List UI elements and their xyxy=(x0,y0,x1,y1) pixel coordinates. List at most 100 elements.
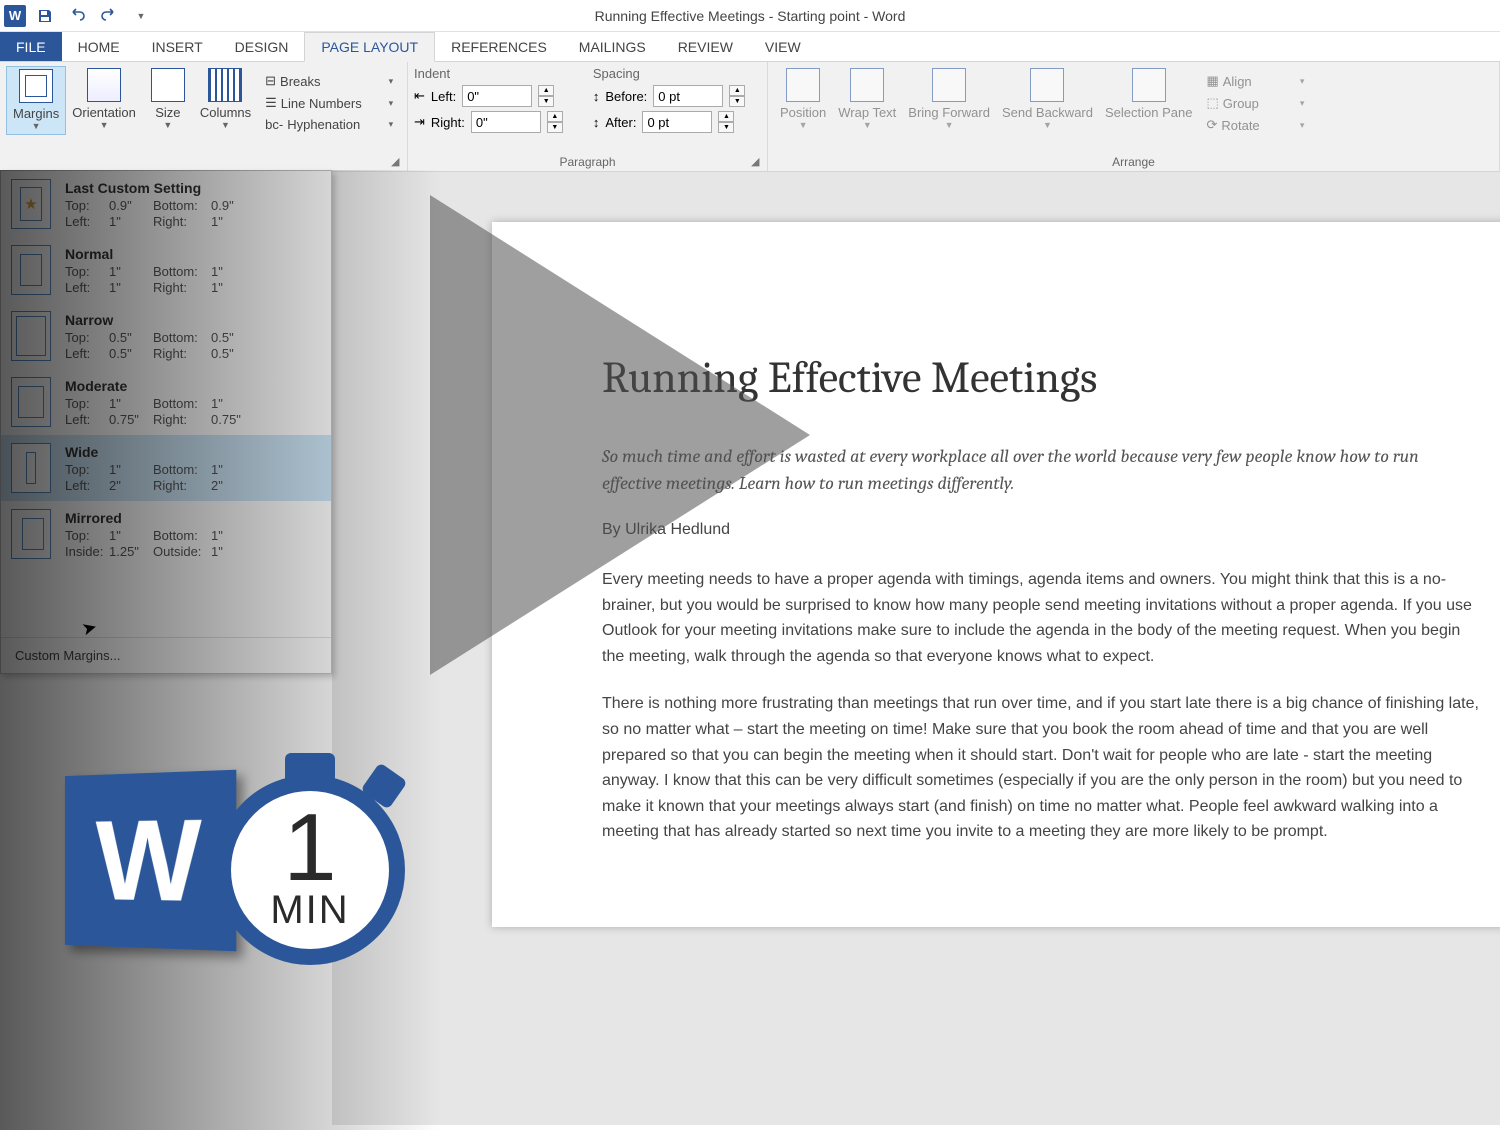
margins-button[interactable]: Margins ▼ xyxy=(6,66,66,135)
send-backward-button[interactable]: Send Backward▼ xyxy=(996,66,1099,136)
document-paragraph: Every meeting needs to have a proper age… xyxy=(602,567,1482,669)
qat-customize-button[interactable]: ▼ xyxy=(132,7,150,25)
tab-design[interactable]: DESIGN xyxy=(219,32,305,61)
redo-button[interactable] xyxy=(100,7,118,25)
line-numbers-button[interactable]: ☰Line Numbers▾ xyxy=(263,92,395,114)
selection-pane-label: Selection Pane xyxy=(1105,106,1192,120)
spacing-after-input[interactable] xyxy=(642,111,712,133)
columns-icon xyxy=(208,68,242,102)
margins-option-last-custom[interactable]: ★ Last Custom Setting Top:0.9" Bottom:0.… xyxy=(1,171,331,237)
hyphenation-button[interactable]: bc‑Hyphenation▾ xyxy=(263,114,395,135)
spin-up[interactable]: ▲ xyxy=(729,85,745,96)
group-paragraph: Indent ⇤ Left: ▲▼ ⇥ Right: ▲▼ Spacing ↕ xyxy=(408,62,768,171)
size-label: Size xyxy=(155,106,180,120)
indent-left-input[interactable] xyxy=(462,85,532,107)
spin-down[interactable]: ▼ xyxy=(538,96,554,107)
chevron-down-icon: ▼ xyxy=(863,120,872,130)
send-backward-icon xyxy=(1030,68,1064,102)
chevron-down-icon: ▼ xyxy=(799,120,808,130)
size-icon xyxy=(151,68,185,102)
selection-pane-button[interactable]: Selection Pane xyxy=(1099,66,1198,136)
hyphenation-icon: bc‑ xyxy=(265,117,283,132)
margins-moderate-title: Moderate xyxy=(65,378,321,394)
ribbon: Margins ▼ Orientation ▼ Size ▼ Columns ▼… xyxy=(0,62,1500,172)
bring-forward-button[interactable]: Bring Forward▼ xyxy=(902,66,996,136)
margins-option-moderate[interactable]: Moderate Top:1" Bottom:1" Left:0.75" Rig… xyxy=(1,369,331,435)
spin-down[interactable]: ▼ xyxy=(547,122,563,133)
spacing-label: Spacing xyxy=(593,66,745,83)
tab-insert[interactable]: INSERT xyxy=(136,32,219,61)
align-icon: ▦ xyxy=(1206,73,1218,89)
wrap-text-button[interactable]: Wrap Text▼ xyxy=(832,66,902,136)
columns-button[interactable]: Columns ▼ xyxy=(194,66,257,135)
align-button[interactable]: ▦Align▾ xyxy=(1204,70,1306,92)
breaks-icon: ⊟ xyxy=(265,73,276,89)
margins-wide-icon xyxy=(11,443,51,493)
margins-option-wide[interactable]: Wide Top:1" Bottom:1" Left:2" Right:2" xyxy=(1,435,331,501)
margins-wide-title: Wide xyxy=(65,444,321,460)
indent-right-icon: ⇥ xyxy=(414,114,425,130)
timer-icon: 1 MIN xyxy=(205,755,415,965)
breaks-label: Breaks xyxy=(280,74,320,89)
page-setup-launcher[interactable]: ◢ xyxy=(391,155,403,167)
paragraph-group-label: Paragraph xyxy=(408,155,767,169)
spin-down[interactable]: ▼ xyxy=(729,96,745,107)
margins-option-mirrored[interactable]: Mirrored Top:1" Bottom:1" Inside:1.25" O… xyxy=(1,501,331,567)
save-button[interactable] xyxy=(36,7,54,25)
quick-access-toolbar: ▼ xyxy=(36,7,150,25)
paragraph-launcher[interactable]: ◢ xyxy=(751,155,763,167)
chevron-down-icon: ▾ xyxy=(1300,120,1305,131)
document-page[interactable]: Running Effective Meetings So much time … xyxy=(492,222,1500,927)
wrap-text-icon xyxy=(850,68,884,102)
wrap-text-label: Wrap Text xyxy=(838,106,896,120)
chevron-down-icon: ▼ xyxy=(221,120,230,130)
spacing-before-label: Before: xyxy=(605,89,647,104)
group-arrange: Position▼ Wrap Text▼ Bring Forward▼ Send… xyxy=(768,62,1500,171)
document-paragraph: There is nothing more frustrating than m… xyxy=(602,691,1482,845)
spin-down[interactable]: ▼ xyxy=(718,122,734,133)
spin-up[interactable]: ▲ xyxy=(718,111,734,122)
margins-narrow-icon xyxy=(11,311,51,361)
indent-right-label: Right: xyxy=(431,115,465,130)
word-app-icon: W xyxy=(4,5,26,27)
margins-narrow-title: Narrow xyxy=(65,312,321,328)
margins-mirrored-title: Mirrored xyxy=(65,510,321,526)
spin-up[interactable]: ▲ xyxy=(547,111,563,122)
tab-home[interactable]: HOME xyxy=(62,32,136,61)
document-area: Running Effective Meetings So much time … xyxy=(332,172,1500,1125)
tab-references[interactable]: REFERENCES xyxy=(435,32,563,61)
tab-review[interactable]: REVIEW xyxy=(662,32,749,61)
position-label: Position xyxy=(780,106,826,120)
rotate-button[interactable]: ⟳ Rotate ▾ xyxy=(1204,114,1306,136)
undo-button[interactable] xyxy=(68,7,86,25)
orientation-icon xyxy=(87,68,121,102)
tab-view[interactable]: VIEW xyxy=(749,32,817,61)
spin-up[interactable]: ▲ xyxy=(538,85,554,96)
margins-normal-title: Normal xyxy=(65,246,321,262)
orientation-button[interactable]: Orientation ▼ xyxy=(66,66,142,135)
breaks-button[interactable]: ⊟ Breaks ▾ xyxy=(263,70,395,92)
rotate-icon: ⟳ xyxy=(1206,117,1217,133)
spacing-before-input[interactable] xyxy=(653,85,723,107)
margins-option-normal[interactable]: Normal Top:1" Bottom:1" Left:1" Right:1" xyxy=(1,237,331,303)
ribbon-tabs: FILE HOME INSERT DESIGN PAGE LAYOUT REFE… xyxy=(0,32,1500,62)
chevron-down-icon: ▾ xyxy=(389,76,394,87)
margins-option-narrow[interactable]: Narrow Top:0.5" Bottom:0.5" Left:0.5" Ri… xyxy=(1,303,331,369)
tab-file[interactable]: FILE xyxy=(0,32,62,61)
indent-right-input[interactable] xyxy=(471,111,541,133)
send-backward-label: Send Backward xyxy=(1002,106,1093,120)
margins-mirrored-icon xyxy=(11,509,51,559)
group-label: Group xyxy=(1223,96,1259,111)
group-page-setup: Margins ▼ Orientation ▼ Size ▼ Columns ▼… xyxy=(0,62,408,171)
group-button[interactable]: ⬚Group▾ xyxy=(1204,92,1306,114)
rotate-label: Rotate xyxy=(1221,118,1259,133)
size-button[interactable]: Size ▼ xyxy=(142,66,194,135)
position-button[interactable]: Position▼ xyxy=(774,66,832,136)
tab-mailings[interactable]: MAILINGS xyxy=(563,32,662,61)
margins-last-title: Last Custom Setting xyxy=(65,180,321,196)
margins-normal-icon xyxy=(11,245,51,295)
custom-margins-button[interactable]: Custom Margins... xyxy=(1,637,331,673)
group-icon: ⬚ xyxy=(1206,95,1218,111)
tab-page-layout[interactable]: PAGE LAYOUT xyxy=(304,32,435,62)
chevron-down-icon: ▼ xyxy=(163,120,172,130)
